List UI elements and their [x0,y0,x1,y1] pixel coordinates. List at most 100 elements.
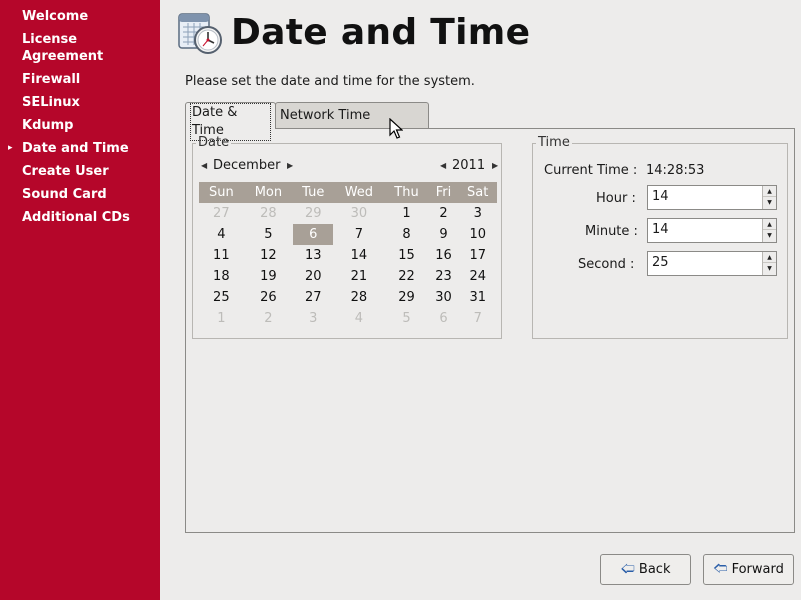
hour-value[interactable]: 14 [652,189,669,204]
calendar-day[interactable]: 8 [384,224,428,245]
calendar-day[interactable]: 29 [384,287,428,308]
hour-spin-buttons: ▲ ▼ [762,186,776,209]
hour-label: Hour : [596,191,636,206]
minute-increment-icon[interactable]: ▲ [763,219,776,230]
calendar-day[interactable]: 7 [458,308,497,329]
calendar-day[interactable]: 6 [429,308,459,329]
second-value[interactable]: 25 [652,255,669,270]
hour-spinbox[interactable]: 14 ▲ ▼ [647,185,777,210]
time-frame-label: Time [536,135,572,151]
prev-year-icon[interactable]: ◀ [440,157,446,174]
calendar-week-row: 11 12 13 14 15 16 17 [199,245,497,266]
tab-network-time-protocol[interactable]: Network Time Protocol [275,102,429,148]
year-label: 2011 [452,158,486,173]
calendar-day[interactable]: 30 [333,203,384,224]
calendar-day-selected[interactable]: 6 [293,224,334,245]
back-button[interactable]: 🢠 Back [600,554,691,585]
calendar-day[interactable]: 28 [244,203,294,224]
calendar-day[interactable]: 2 [429,203,459,224]
calendar-day[interactable]: 7 [333,224,384,245]
calendar-day[interactable]: 26 [244,287,294,308]
calendar-day[interactable]: 1 [199,308,244,329]
second-decrement-icon[interactable]: ▼ [763,263,776,274]
current-step-arrow-icon: ▸ [8,143,13,153]
sidebar-item-label: Additional CDs [22,210,130,225]
date-time-panel: Date ◀ December ▶ ◀ 2011 ▶ Sun Mon Tue W… [185,128,795,533]
second-increment-icon[interactable]: ▲ [763,252,776,263]
sidebar-item-date-and-time: ▸ Date and Time [8,140,154,157]
sidebar-item-label: Date and Time [22,141,129,156]
calendar-day[interactable]: 31 [458,287,497,308]
month-label: December [213,158,281,173]
next-year-icon[interactable]: ▶ [492,157,498,174]
weekday-header: Sun [199,182,244,203]
calendar-day[interactable]: 20 [293,266,333,287]
sidebar-item-label: Kdump [22,118,74,133]
current-time-value: 14:28:53 [646,163,705,178]
mouse-cursor-icon [389,118,403,139]
calendar-day[interactable]: 16 [429,245,459,266]
calendar-day[interactable]: 12 [244,245,294,266]
calendar-day[interactable]: 9 [429,224,459,245]
minute-spinbox[interactable]: 14 ▲ ▼ [647,218,777,243]
calendar-day[interactable]: 3 [293,308,333,329]
calendar-week-row: 1 2 3 4 5 6 7 [199,308,497,329]
calendar-day[interactable]: 21 [333,266,384,287]
weekday-header: Mon [243,182,294,203]
weekday-header: Tue [293,182,334,203]
calendar-day[interactable]: 19 [244,266,294,287]
sidebar-item-label: Create User [22,164,109,179]
sidebar-item-label: SELinux [22,95,80,110]
minute-decrement-icon[interactable]: ▼ [763,230,776,241]
calendar-day[interactable]: 4 [333,308,384,329]
calendar-day[interactable]: 3 [458,203,497,224]
calendar-week-row: 4 5 6 7 8 9 10 [199,224,497,245]
sidebar-item-firewall: Firewall [22,71,154,88]
calendar-day[interactable]: 11 [199,245,244,266]
minute-value[interactable]: 14 [652,222,669,237]
calendar-day[interactable]: 5 [244,224,294,245]
next-month-icon[interactable]: ▶ [287,157,293,174]
calendar-day[interactable]: 15 [384,245,428,266]
calendar-day[interactable]: 5 [384,308,428,329]
calendar-week-row: 25 26 27 28 29 30 31 [199,287,497,308]
calendar-day[interactable]: 23 [429,266,459,287]
calendar-day[interactable]: 27 [293,287,333,308]
forward-arrow-icon: 🢢 [713,561,728,577]
forward-button-label: Forward [731,562,784,577]
calendar-day[interactable]: 27 [199,203,244,224]
tab-date-and-time[interactable]: Date & Time [185,102,276,141]
calendar-day[interactable]: 4 [199,224,244,245]
calendar-day[interactable]: 1 [384,203,428,224]
calendar-day[interactable]: 13 [293,245,333,266]
sidebar: Welcome License Agreement Firewall SELin… [0,0,160,600]
calendar-day[interactable]: 18 [199,266,244,287]
sidebar-item-create-user: Create User [22,163,154,180]
calendar-day[interactable]: 22 [384,266,428,287]
second-spinbox[interactable]: 25 ▲ ▼ [647,251,777,276]
calendar-day[interactable]: 10 [458,224,497,245]
current-time-label: Current Time : [544,163,638,178]
second-spin-buttons: ▲ ▼ [762,252,776,275]
calendar-day[interactable]: 2 [244,308,294,329]
calendar-day[interactable]: 25 [199,287,244,308]
calendar-day[interactable]: 24 [458,266,497,287]
hour-increment-icon[interactable]: ▲ [763,186,776,197]
sidebar-item-label: Firewall [22,72,81,87]
tab-label: Date & Time [190,103,271,141]
calendar-day[interactable]: 14 [333,245,384,266]
hour-decrement-icon[interactable]: ▼ [763,197,776,208]
sidebar-item-label: Welcome [22,9,89,24]
forward-button[interactable]: 🢢 Forward [703,554,794,585]
page-title: Date and Time [231,12,531,53]
calendar-day[interactable]: 28 [333,287,384,308]
minute-label: Minute : [585,224,638,239]
calendar-week-row: 27 28 29 30 1 2 3 [199,203,497,224]
sidebar-item-additional-cds: Additional CDs [22,209,154,226]
calendar-day[interactable]: 17 [458,245,497,266]
sidebar-item-selinux: SELinux [22,94,154,111]
sidebar-item-welcome: Welcome [22,8,154,25]
prev-month-icon[interactable]: ◀ [201,157,207,174]
calendar-day[interactable]: 30 [429,287,459,308]
calendar-day[interactable]: 29 [293,203,333,224]
